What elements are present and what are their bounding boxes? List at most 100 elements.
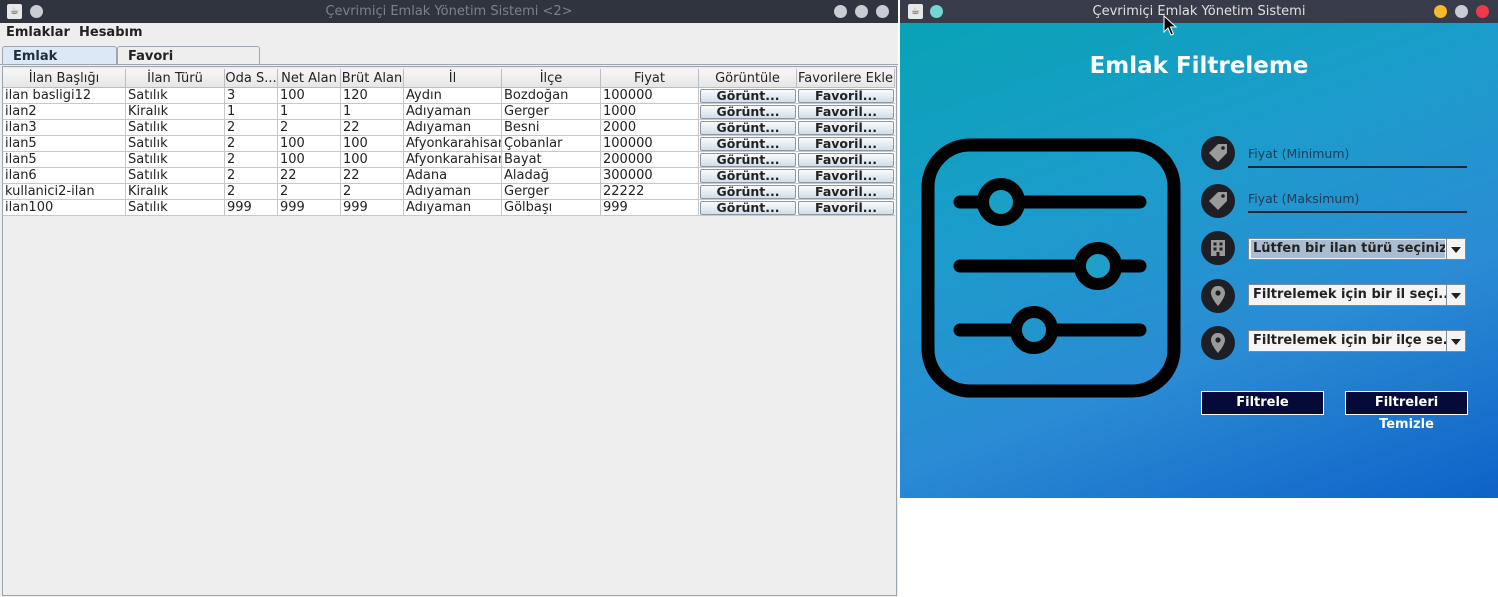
tab-favori-emlaklarim[interactable]: Favori Emlaklarım (117, 46, 260, 83)
table-cell: Kiralık (126, 184, 225, 200)
menu-bar: Emlaklar Hesabım (0, 23, 898, 43)
table-cell: Bayat (502, 152, 601, 168)
clear-filters-button[interactable]: Filtreleri Temizle (1345, 391, 1468, 432)
column-header[interactable]: Net Alan (278, 69, 341, 88)
price-tag-icon (1201, 136, 1235, 170)
table-cell: Çobanlar (502, 136, 601, 152)
view-button[interactable]: Görünt... (700, 153, 796, 167)
table-cell: Afyonkarahisar (404, 152, 502, 168)
mouse-cursor-icon (1163, 15, 1177, 36)
view-button[interactable]: Görünt... (700, 185, 796, 199)
column-header[interactable]: İlçe (502, 69, 601, 88)
button-cell: Favoril... (797, 136, 895, 152)
table-cell: 22 (341, 168, 404, 184)
chevron-down-icon[interactable] (1446, 331, 1465, 351)
min-price-input[interactable]: Fiyat (Minimum) (1248, 144, 1466, 164)
view-button[interactable]: Görünt... (700, 201, 796, 215)
right-window-title: Çevrimiçi Emlak Yönetim Sistemi (1092, 4, 1306, 19)
column-header[interactable]: Görüntüle (699, 69, 797, 88)
add-favorite-button[interactable]: Favoril... (798, 169, 894, 183)
left-titlebar[interactable]: ☕ Çevrimiçi Emlak Yönetim Sistemi <2> (0, 0, 898, 23)
table-cell: 100 (341, 152, 404, 168)
table-cell: 2 (225, 168, 278, 184)
chevron-down-icon[interactable] (1446, 239, 1465, 259)
close-button[interactable] (876, 5, 889, 18)
table-cell: 1 (225, 104, 278, 120)
table-cell: ilan5 (3, 136, 126, 152)
maximize-button[interactable] (855, 5, 868, 18)
table-cell: 1 (278, 104, 341, 120)
table-cell: Satılık (126, 136, 225, 152)
table-cell: 22222 (601, 184, 699, 200)
min-price-underline (1248, 166, 1467, 168)
column-header[interactable]: Oda S... (225, 69, 278, 88)
view-button[interactable]: Görünt... (700, 121, 796, 135)
table-cell: 120 (341, 88, 404, 104)
column-header[interactable]: İlan Başlığı (3, 69, 126, 88)
left-window-title: Çevrimiçi Emlak Yönetim Sistemi <2> (325, 4, 573, 19)
left-window: ☕ Çevrimiçi Emlak Yönetim Sistemi <2> Em… (0, 0, 898, 597)
listing-type-select[interactable]: Lütfen bir ilan türü seçiniz. (1248, 238, 1466, 260)
column-header[interactable]: Fiyat (601, 69, 699, 88)
column-header[interactable]: Favorilere Ekle (797, 69, 895, 88)
minimize-button[interactable] (834, 5, 847, 18)
minimize-button[interactable] (1434, 5, 1447, 18)
table-cell: 2 (225, 152, 278, 168)
menu-hesabim[interactable]: Hesabım (79, 23, 143, 43)
chevron-down-icon[interactable] (1446, 285, 1465, 305)
add-favorite-button[interactable]: Favoril... (798, 105, 894, 119)
view-button[interactable]: Görünt... (700, 169, 796, 183)
right-titlebar[interactable]: ☕ Çevrimiçi Emlak Yönetim Sistemi (900, 0, 1498, 23)
table-cell: Aydın (404, 88, 502, 104)
view-button[interactable]: Görünt... (700, 137, 796, 151)
table-cell: 1 (341, 104, 404, 120)
filter-button[interactable]: Filtrele (1201, 391, 1324, 415)
table-cell: Gölbaşı (502, 200, 601, 216)
view-button[interactable]: Görünt... (700, 105, 796, 119)
add-favorite-button[interactable]: Favoril... (798, 153, 894, 167)
table-cell: 100 (341, 136, 404, 152)
building-icon (1201, 231, 1235, 265)
table-row[interactable]: ilan2 Kiralık 1 1 1 Adıyaman Gerger 1000 Görünt.… (3, 104, 896, 120)
button-cell: Favoril... (797, 120, 895, 136)
table-row[interactable]: kullanici2-ilan Kiralık 2 2 2 Adıyaman Gerger 2… (3, 184, 896, 200)
button-cell: Görünt... (699, 200, 797, 216)
button-cell: Favoril... (797, 104, 895, 120)
add-favorite-button[interactable]: Favoril... (798, 121, 894, 135)
button-cell: Görünt... (699, 136, 797, 152)
listings-table[interactable]: İlan Başlığı İlan Türü Oda S... Net Alan Brü… (2, 66, 897, 596)
column-header[interactable]: Brüt Alan (341, 69, 404, 88)
table-row[interactable]: ilan basligi12 Satılık 3 100 120 Aydın Bozdoğa… (3, 88, 896, 104)
table-cell: 2000 (601, 120, 699, 136)
table-cell: ilan basligi12 (3, 88, 126, 104)
maximize-button[interactable] (1455, 5, 1468, 18)
close-button[interactable] (1476, 5, 1489, 18)
price-tag-icon (1201, 184, 1235, 218)
add-favorite-button[interactable]: Favoril... (798, 89, 894, 103)
table-row[interactable]: ilan100 Satılık 999 999 999 Adıyaman Gölbaşı 99… (3, 200, 896, 216)
table-row[interactable]: ilan5 Satılık 2 100 100 Afyonkarahisar Çobanla… (3, 136, 896, 152)
add-favorite-button[interactable]: Favoril... (798, 137, 894, 151)
column-header[interactable]: İlan Türü (126, 69, 225, 88)
listing-type-value: Lütfen bir ilan türü seçiniz. (1251, 240, 1445, 258)
province-select[interactable]: Filtrelemek için bir il seçi... (1248, 284, 1466, 306)
table-cell: 200000 (601, 152, 699, 168)
table-row[interactable]: ilan5 Satılık 2 100 100 Afyonkarahisar Bayat 20… (3, 152, 896, 168)
table-cell: ilan6 (3, 168, 126, 184)
button-cell: Görünt... (699, 184, 797, 200)
add-favorite-button[interactable]: Favoril... (798, 201, 894, 215)
tab-emlak-ilanlari[interactable]: Emlak İlanları (2, 46, 117, 83)
table-row[interactable]: ilan3 Satılık 2 2 22 Adıyaman Besni 2000 Görünt.… (3, 120, 896, 136)
button-cell: Görünt... (699, 168, 797, 184)
view-button[interactable]: Görünt... (700, 89, 796, 103)
column-header[interactable]: İl (404, 69, 502, 88)
add-favorite-button[interactable]: Favoril... (798, 185, 894, 199)
district-select[interactable]: Filtrelemek için bir ilçe se... (1248, 330, 1466, 352)
table-row[interactable]: ilan6 Satılık 2 22 22 Adana Aladağ 300000 Görünt… (3, 168, 896, 184)
table-cell: Satılık (126, 168, 225, 184)
table-cell: 999 (341, 200, 404, 216)
table-cell: 100 (278, 136, 341, 152)
menu-emlaklar[interactable]: Emlaklar (6, 23, 70, 43)
max-price-input[interactable]: Fiyat (Maksimum) (1248, 189, 1466, 209)
table-cell: 2 (225, 136, 278, 152)
